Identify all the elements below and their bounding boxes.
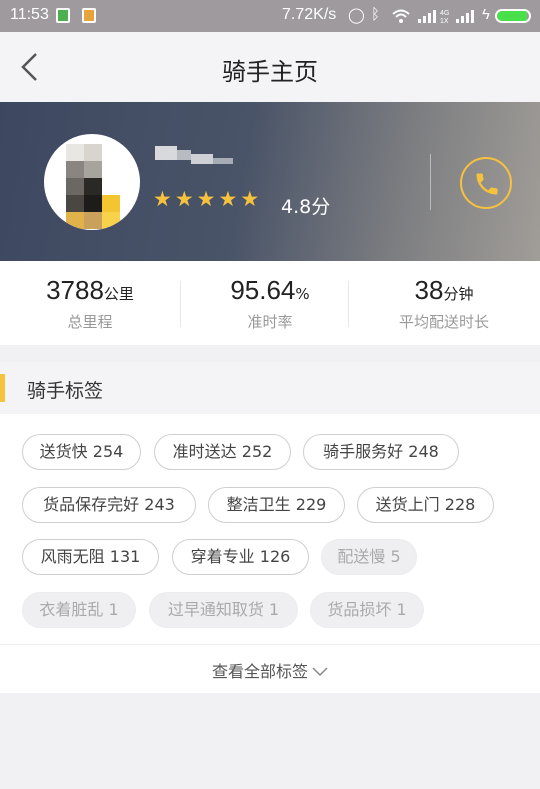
stat-value: 3788 — [46, 275, 104, 305]
stat-unit: 分钟 — [443, 285, 474, 303]
star-icon: ★ — [196, 187, 216, 211]
tag-chip[interactable]: 准时送达 252 — [154, 434, 291, 470]
stat-label: 准时率 — [247, 313, 293, 331]
section-accent-bar — [0, 374, 5, 402]
view-all-label: 查看全部标签 — [211, 662, 308, 681]
tag-chip[interactable]: 衣着脏乱 1 — [22, 592, 136, 628]
page-title: 骑手主页 — [222, 58, 318, 86]
network-speed: 7.72K/s — [282, 6, 337, 23]
tag-chip[interactable]: 骑手服务好 248 — [303, 434, 459, 470]
chevron-down-icon — [312, 667, 328, 677]
stat-value: 95.64 — [230, 275, 296, 305]
notification-cat-icon — [82, 8, 96, 23]
rider-name-blurred — [155, 142, 235, 166]
notification-app-icon — [56, 8, 70, 23]
rider-stats: 3788公里 总里程 95.64% 准时率 38分钟 平均配送时长 — [0, 261, 540, 345]
phone-icon — [476, 173, 498, 195]
status-time: 11:53 — [10, 6, 49, 23]
star-icon: ★ — [218, 187, 238, 211]
stat-label: 平均配送时长 — [398, 313, 489, 331]
stat-unit: 公里 — [103, 285, 134, 303]
bluetooth-icon: ᛒ — [371, 6, 381, 23]
stat-unit: % — [295, 285, 310, 303]
star-icon: ★ — [153, 187, 172, 211]
tag-chip[interactable]: 整洁卫生 229 — [208, 487, 345, 523]
sync-icon: ◯ — [348, 7, 365, 24]
view-all-tags-button[interactable]: 查看全部标签 — [0, 644, 540, 693]
tag-chip[interactable]: 送货快 254 — [22, 434, 141, 470]
tags-section-header: 骑手标签 — [0, 362, 540, 414]
charging-icon: ϟ — [482, 6, 490, 23]
svg-text:4G: 4G — [440, 10, 449, 17]
divider — [430, 154, 431, 210]
rider-profile-card: ★ ★ ★ ★ ★ 4.8分 — [0, 102, 540, 261]
tag-chip[interactable]: 过早通知取货 1 — [149, 592, 298, 628]
tag-chip[interactable]: 风雨无阻 131 — [22, 539, 159, 575]
stat-value: 38 — [414, 275, 444, 305]
call-rider-button[interactable] — [460, 157, 512, 209]
signal-4g-icon: 4G 1X — [418, 10, 449, 24]
tag-chip[interactable]: 货品保存完好 243 — [22, 487, 196, 523]
tags-list: 送货快 254 准时送达 252 骑手服务好 248 货品保存完好 243 整洁… — [0, 414, 540, 644]
rating-score: 4.8分 — [281, 196, 331, 218]
stat-avg-delivery-time: 38分钟 平均配送时长 — [348, 261, 540, 345]
stat-on-time-rate: 95.64% 准时率 — [180, 261, 360, 345]
star-icon: ★ — [174, 187, 194, 211]
battery-level — [497, 11, 528, 21]
rating-stars: ★ ★ ★ ★ ★ — [153, 189, 259, 210]
tag-chip[interactable]: 货品损坏 1 — [310, 592, 424, 628]
tag-chip[interactable]: 穿着专业 126 — [172, 539, 309, 575]
svg-text:1X: 1X — [440, 18, 449, 24]
battery-icon — [495, 9, 531, 23]
section-title: 骑手标签 — [27, 380, 104, 402]
tag-chip[interactable]: 送货上门 228 — [357, 487, 494, 523]
tag-chip[interactable]: 配送慢 5 — [321, 539, 417, 575]
stat-total-distance: 3788公里 总里程 — [0, 261, 180, 345]
status-bar: 11:53 7.72K/s ◯ ᛒ 4G 1X ϟ — [0, 0, 540, 32]
wifi-icon — [392, 9, 410, 23]
avatar-mosaic — [66, 144, 120, 230]
stat-label: 总里程 — [67, 313, 113, 331]
avatar — [44, 134, 140, 230]
star-icon: ★ — [240, 187, 260, 211]
signal-icon — [456, 10, 474, 23]
nav-bar: 骑手主页 — [0, 32, 540, 102]
